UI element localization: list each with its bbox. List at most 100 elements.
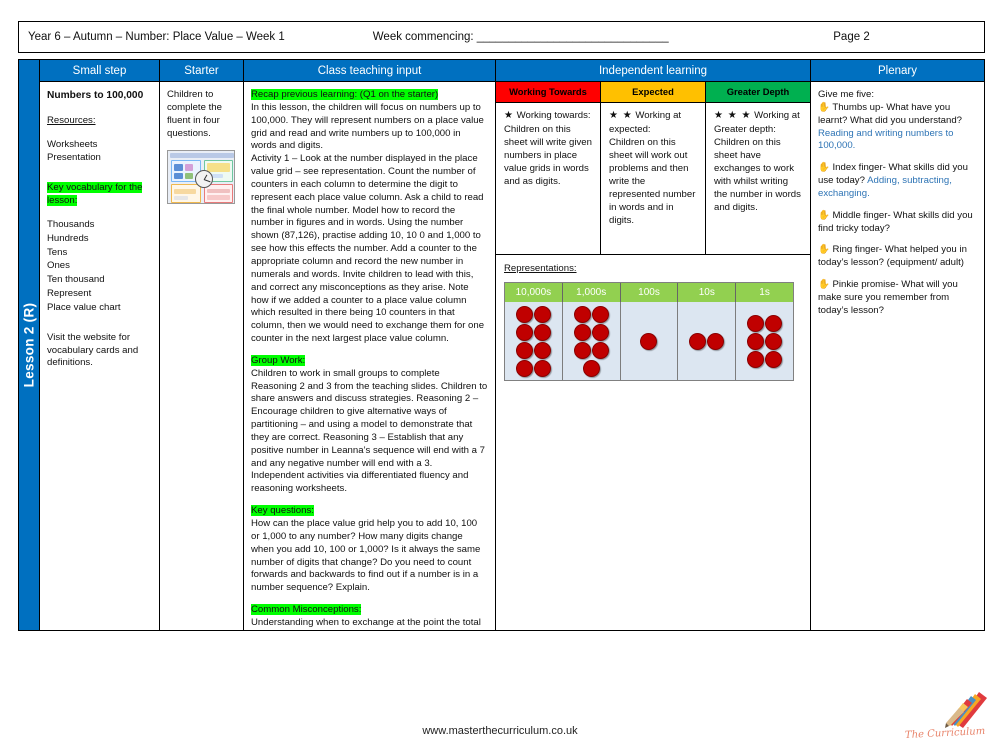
block-body: Understanding when to exchange at the po… bbox=[251, 616, 481, 630]
band-text: Working towards: Children on this sheet w… bbox=[504, 110, 592, 187]
place-value-counter bbox=[533, 341, 551, 359]
week-commencing-field[interactable]: Week commencing: _______________________… bbox=[373, 31, 669, 43]
brand-logo: The Curriculum bbox=[905, 692, 993, 748]
band-expected: Expected bbox=[601, 82, 706, 102]
column-starter: Starter Children to complete the fluent … bbox=[160, 60, 244, 630]
place-value-counter bbox=[515, 341, 533, 359]
pv-header-cell: 100s bbox=[620, 283, 679, 302]
place-value-counter bbox=[515, 359, 533, 377]
place-value-counter bbox=[573, 305, 591, 323]
column-class-teaching: Class teaching input Recap previous lear… bbox=[244, 60, 496, 630]
plenary-question: Pinkie promise- What will you make sure … bbox=[818, 279, 958, 316]
resource-item: Worksheets bbox=[47, 138, 98, 150]
counter-group bbox=[630, 332, 668, 350]
vocab-item: Represent bbox=[47, 288, 92, 300]
differentiation-descriptions: ★ Working towards: Children on this sheet… bbox=[496, 103, 810, 255]
place-value-counters bbox=[505, 302, 793, 380]
teaching-block: Group Work: Children to work in small gr… bbox=[251, 354, 488, 496]
resources-label: Resources: bbox=[47, 114, 96, 126]
place-value-counter bbox=[765, 350, 783, 368]
plenary-body: Give me five: ✋ Thumbs up- What have you… bbox=[811, 82, 984, 327]
lesson-table: Lesson 2 (R) Small step Numbers to 100,0… bbox=[18, 59, 985, 631]
place-value-headers: 10,000s 1,000s 100s 10s 1s bbox=[505, 283, 793, 302]
hand-icon: ✋ bbox=[818, 209, 830, 221]
hand-icon: ✋ bbox=[818, 279, 830, 291]
band-description-greater-depth: ★ ★ ★ Working at Greater depth: Children … bbox=[706, 103, 810, 254]
place-value-chart: 10,000s 1,000s 100s 10s 1s bbox=[504, 282, 794, 381]
teaching-block: Recap previous learning: (Q1 on the star… bbox=[251, 89, 488, 346]
block-body: Children to work in small groups to comp… bbox=[251, 367, 488, 495]
hand-icon: ✋ bbox=[818, 244, 830, 256]
star-rating: ★ bbox=[504, 110, 514, 121]
place-value-counter bbox=[573, 323, 591, 341]
starter-body: Children to complete the fluent in four … bbox=[160, 82, 243, 630]
teaching-block: Common Misconceptions: Understanding whe… bbox=[251, 604, 488, 630]
small-step-footer-note: Visit the website for vocabulary cards a… bbox=[47, 331, 139, 369]
pv-header-cell: 10,000s bbox=[505, 283, 563, 302]
column-header-class-teaching: Class teaching input bbox=[244, 60, 495, 82]
band-text: Working at Greater depth: Children on thi… bbox=[714, 110, 801, 213]
counter-group bbox=[514, 305, 552, 377]
hand-icon: ✋ bbox=[818, 162, 830, 174]
representations-area: Representations: 10,000s 1,000s 100s 10s… bbox=[496, 255, 810, 630]
teaching-block: Key questions: How can the place value g… bbox=[251, 505, 488, 595]
place-value-counter bbox=[747, 350, 765, 368]
star-rating: ★ ★ ★ bbox=[714, 110, 752, 121]
place-value-counter bbox=[765, 314, 783, 332]
place-value-counter bbox=[533, 305, 551, 323]
band-working-towards: Working Towards bbox=[496, 82, 601, 102]
hand-icon: ✋ bbox=[818, 101, 830, 113]
band-description-expected: ★ ★ Working at expected: Children on this… bbox=[601, 103, 706, 254]
pv-header-cell: 10s bbox=[678, 283, 737, 302]
place-value-counter bbox=[591, 305, 609, 323]
starter-slide-thumbnail[interactable] bbox=[167, 150, 235, 205]
small-step-body: Numbers to 100,000 Resources: Worksheets… bbox=[40, 82, 159, 630]
column-plenary: Plenary Give me five: ✋ Thumbs up- What … bbox=[811, 60, 984, 630]
pv-header-cell: 1s bbox=[736, 283, 793, 302]
vocab-item: Place value chart bbox=[47, 301, 121, 313]
counter-group bbox=[746, 314, 784, 368]
column-header-small-step: Small step bbox=[40, 60, 159, 82]
plenary-answer: Reading and writing numbers to 100,000. bbox=[818, 127, 954, 152]
star-rating: ★ ★ bbox=[609, 110, 633, 121]
place-value-counter bbox=[515, 305, 533, 323]
vocab-item: Hundreds bbox=[47, 232, 89, 244]
column-header-starter: Starter bbox=[160, 60, 243, 82]
counter-group bbox=[688, 332, 726, 350]
plenary-question: Ring finger- What helped you in today’s … bbox=[818, 244, 967, 269]
class-teaching-body: Recap previous learning: (Q1 on the star… bbox=[244, 82, 495, 630]
band-greater-depth: Greater Depth bbox=[706, 82, 810, 102]
block-tag: Recap previous learning: (Q1 on the star… bbox=[251, 89, 439, 100]
place-value-counter bbox=[640, 332, 658, 350]
place-value-counter bbox=[747, 314, 765, 332]
starter-text: Children to complete the fluent in four … bbox=[167, 89, 222, 139]
pv-column bbox=[736, 302, 793, 380]
vocab-item: Thousands bbox=[47, 218, 95, 230]
footer-url[interactable]: www.masterthecurriculum.co.uk bbox=[0, 725, 1000, 737]
plenary-question: Thumbs up- What have you learnt? What di… bbox=[818, 101, 962, 126]
page-number: Page 2 bbox=[833, 31, 870, 43]
pv-column bbox=[563, 302, 621, 380]
header-title: Year 6 – Autumn – Number: Place Value – … bbox=[28, 31, 285, 43]
lesson-tab-label: Lesson 2 (R) bbox=[21, 302, 37, 388]
representations-label: Representations: bbox=[504, 263, 577, 274]
band-text: Working at expected: Children on this she… bbox=[609, 110, 696, 226]
block-body: How can the place value grid help you to… bbox=[251, 518, 481, 594]
column-header-plenary: Plenary bbox=[811, 60, 984, 82]
block-body: In this lesson, the children will focus … bbox=[251, 101, 485, 345]
plenary-item: ✋ Ring finger- What helped you in today’… bbox=[818, 244, 978, 270]
pv-header-cell: 1,000s bbox=[562, 283, 621, 302]
plenary-intro: Give me five: bbox=[818, 89, 874, 100]
place-value-counter bbox=[573, 341, 591, 359]
plenary-question: Middle finger- What skills did you find … bbox=[818, 209, 973, 234]
column-small-step: Small step Numbers to 100,000 Resources:… bbox=[40, 60, 160, 630]
plenary-item: ✋ Middle finger- What skills did you fin… bbox=[818, 210, 978, 236]
place-value-counter bbox=[582, 359, 600, 377]
lesson-plan-page: Year 6 – Autumn – Number: Place Value – … bbox=[0, 0, 1000, 750]
vocab-item: Tens bbox=[47, 246, 68, 258]
counter-group bbox=[572, 305, 610, 377]
lesson-tab: Lesson 2 (R) bbox=[19, 60, 40, 630]
pv-column bbox=[678, 302, 737, 380]
resource-item: Presentation bbox=[47, 152, 101, 164]
plenary-item: ✋ Index finger- What skills did you use … bbox=[818, 162, 978, 201]
